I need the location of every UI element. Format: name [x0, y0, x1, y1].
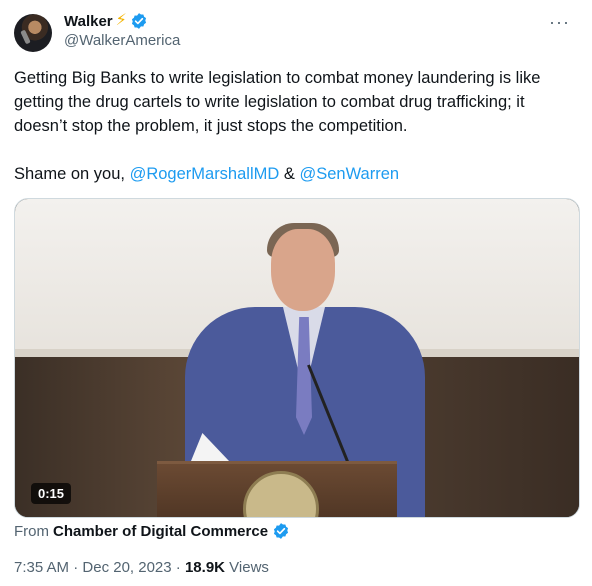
video-player[interactable]: 0:15	[14, 198, 580, 518]
video-source: From Chamber of Digital Commerce	[14, 522, 290, 540]
verified-badge-icon	[273, 523, 289, 539]
post-time[interactable]: 7:35 AM	[14, 559, 69, 576]
mention-sen-warren[interactable]: @SenWarren	[299, 165, 399, 183]
speaker-head	[271, 229, 335, 311]
tweet-card: Walker ⚡ @WalkerAmerica ··· Getting Big …	[0, 0, 592, 586]
tweet-body: Getting Big Banks to write legislation t…	[14, 66, 580, 186]
shame-prefix: Shame on you,	[14, 165, 130, 183]
author-handle[interactable]: @WalkerAmerica	[64, 32, 180, 49]
tweet-text-paragraph: Getting Big Banks to write legislation t…	[14, 69, 541, 135]
lightning-emoji: ⚡	[115, 12, 127, 29]
more-icon[interactable]: ···	[549, 12, 570, 33]
avatar-microphone-graphic	[20, 29, 31, 45]
author-avatar[interactable]	[14, 14, 52, 52]
video-duration-badge: 0:15	[31, 483, 72, 504]
separator: ·	[171, 559, 185, 576]
tweet-metadata: 7:35 AM · Dec 20, 2023 · 18.9K Views	[14, 559, 269, 576]
author-name-row: Walker ⚡	[64, 11, 180, 31]
mention-roger-marshall[interactable]: @RogerMarshallMD	[130, 165, 280, 183]
tweet-text-mentions-line: Shame on you, @RogerMarshallMD & @SenWar…	[14, 162, 580, 186]
verified-badge-icon	[131, 13, 146, 29]
views-label: Views	[225, 559, 269, 576]
source-account-name[interactable]: Chamber of Digital Commerce	[53, 523, 268, 540]
author-info: Walker ⚡ @WalkerAmerica	[64, 11, 180, 50]
from-label: From	[14, 522, 49, 540]
views-count: 18.9K	[184, 559, 225, 576]
author-name[interactable]: Walker	[64, 13, 113, 30]
separator: ·	[69, 559, 83, 576]
post-date[interactable]: Dec 20, 2023	[82, 559, 171, 576]
ampersand: &	[279, 165, 300, 183]
